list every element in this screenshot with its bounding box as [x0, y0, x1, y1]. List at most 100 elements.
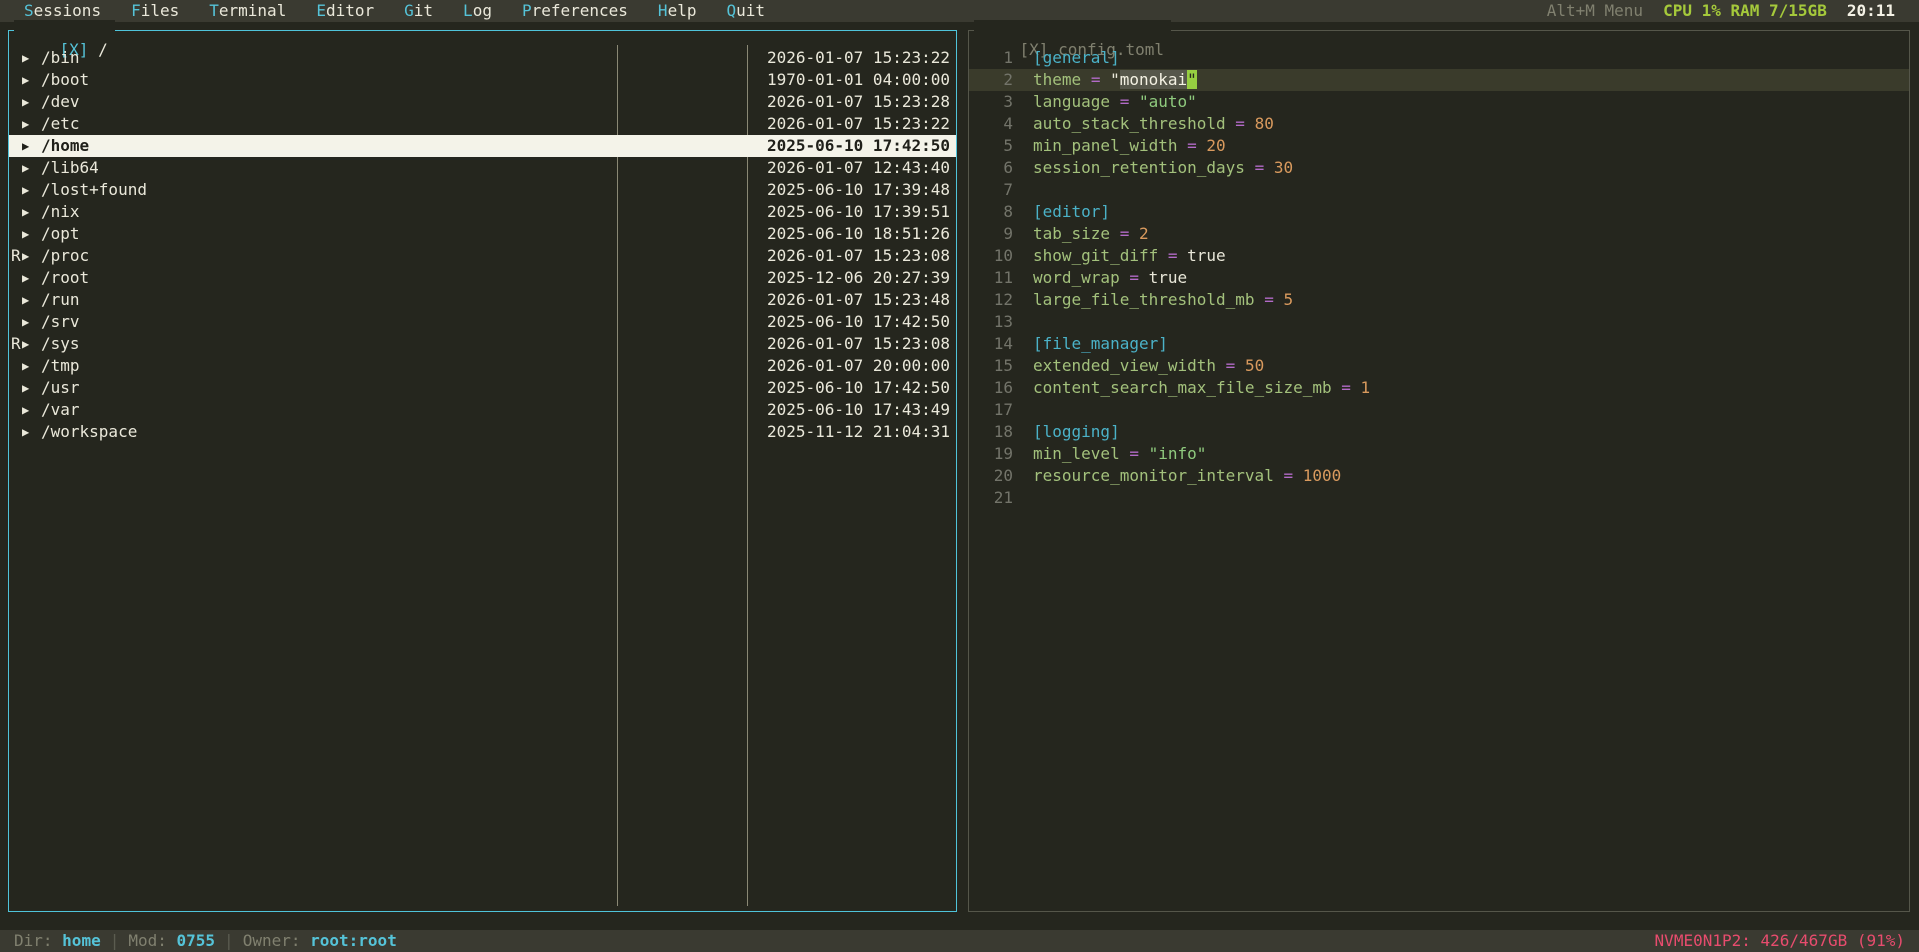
token-key: session_retention_days [1033, 158, 1245, 177]
file-name-cell: ▶/opt [9, 223, 616, 245]
expand-arrow-icon[interactable]: ▶ [22, 355, 41, 377]
readonly-marker [11, 267, 22, 289]
menu-shortcut-hint: Alt+M Menu [1546, 1, 1644, 20]
line-number: 15 [993, 356, 1013, 375]
editor-line-15[interactable]: 15 extended_view_width = 50 [969, 355, 1909, 377]
expand-arrow-icon[interactable]: ▶ [22, 113, 41, 135]
expand-arrow-icon[interactable]: ▶ [22, 135, 41, 157]
file-date-cell: 2026-01-07 15:23:28 [766, 92, 950, 111]
editor-line-14[interactable]: 14 [file_manager] [969, 333, 1909, 355]
file-row-boot[interactable]: ▶/boot 1970-01-01 04:00:00 [9, 69, 956, 91]
token-key: word_wrap [1033, 268, 1120, 287]
editor-line-18[interactable]: 18 [logging] [969, 421, 1909, 443]
file-row-bin[interactable]: ▶/bin 2026-01-07 15:23:22 [9, 47, 956, 69]
file-row-dev[interactable]: ▶/dev 2026-01-07 15:23:28 [9, 91, 956, 113]
token-str: "info" [1148, 444, 1207, 463]
token-num: 2 [1138, 224, 1149, 243]
file-row-lost+found[interactable]: ▶/lost+found 2025-06-10 17:39:48 [9, 179, 956, 201]
editor-line-13[interactable]: 13 [969, 311, 1909, 333]
status-label: Mod: [128, 931, 177, 950]
code-text: extended_view_width = 50 [1033, 355, 1264, 377]
token-num: 20 [1206, 136, 1226, 155]
file-row-usr[interactable]: ▶/usr 2025-06-10 17:42:50 [9, 377, 956, 399]
menu-item-preferences[interactable]: Preferences [522, 0, 628, 22]
file-row-tmp[interactable]: ▶/tmp 2026-01-07 20:00:00 [9, 355, 956, 377]
menu-item-log[interactable]: Log [463, 0, 492, 22]
line-number: 19 [993, 444, 1013, 463]
editor-line-8[interactable]: 8 [editor] [969, 201, 1909, 223]
editor-line-16[interactable]: 16 content_search_max_file_size_mb = 1 [969, 377, 1909, 399]
expand-arrow-icon[interactable]: ▶ [22, 421, 41, 443]
code-text: session_retention_days = 30 [1033, 157, 1293, 179]
editor-content[interactable]: 1 [general] 2 theme = "monokai" 3 language = … [969, 31, 1909, 911]
token-key: large_file_threshold_mb [1033, 290, 1255, 309]
menu-item-help[interactable]: Help [658, 0, 697, 22]
file-size-cell [616, 289, 746, 311]
editor-line-6[interactable]: 6 session_retention_days = 30 [969, 157, 1909, 179]
file-date-cell: 2025-06-10 17:42:50 [766, 136, 950, 155]
expand-arrow-icon[interactable]: ▶ [22, 377, 41, 399]
file-row-opt[interactable]: ▶/opt 2025-06-10 18:51:26 [9, 223, 956, 245]
editor-line-5[interactable]: 5 min_panel_width = 20 [969, 135, 1909, 157]
editor-line-3[interactable]: 3 language = "auto" [969, 91, 1909, 113]
file-row-home[interactable]: ▶/home 2025-06-10 17:42:50 [9, 135, 956, 157]
file-date-cell: 2025-11-12 21:04:31 [766, 422, 950, 441]
status-value: root:root [310, 931, 397, 950]
menu-hotkey-letter: H [657, 1, 668, 20]
directory-name: /root [41, 268, 90, 287]
menu-hotkey-letter: L [463, 1, 473, 20]
expand-arrow-icon[interactable]: ▶ [22, 399, 41, 421]
expand-arrow-icon[interactable]: ▶ [22, 311, 41, 333]
file-row-sys[interactable]: R ▶/sys 2026-01-07 15:23:08 [9, 333, 956, 355]
editor-line-7[interactable]: 7 [969, 179, 1909, 201]
expand-arrow-icon[interactable]: ▶ [22, 267, 41, 289]
file-row-root[interactable]: ▶/root 2025-12-06 20:27:39 [9, 267, 956, 289]
editor-line-20[interactable]: 20 resource_monitor_interval = 1000 [969, 465, 1909, 487]
file-row-etc[interactable]: ▶/etc 2026-01-07 15:23:22 [9, 113, 956, 135]
editor-line-11[interactable]: 11 word_wrap = true [969, 267, 1909, 289]
file-row-lib64[interactable]: ▶/lib64 2026-01-07 12:43:40 [9, 157, 956, 179]
expand-arrow-icon[interactable]: ▶ [22, 69, 41, 91]
editor-line-1[interactable]: 1 [general] [969, 47, 1909, 69]
menu-item-editor[interactable]: Editor [316, 0, 374, 22]
readonly-marker [11, 113, 22, 135]
expand-arrow-icon[interactable]: ▶ [22, 157, 41, 179]
readonly-marker [11, 223, 22, 245]
file-name-cell: R ▶/sys [9, 333, 616, 355]
editor-line-21[interactable]: 21 [969, 487, 1909, 509]
file-name-cell: ▶/srv [9, 311, 616, 333]
readonly-marker [11, 179, 22, 201]
file-row-nix[interactable]: ▶/nix 2025-06-10 17:39:51 [9, 201, 956, 223]
editor-line-17[interactable]: 17 [969, 399, 1909, 421]
editor-line-10[interactable]: 10 show_git_diff = true [969, 245, 1909, 267]
editor-line-19[interactable]: 19 min_level = "info" [969, 443, 1909, 465]
file-row-proc[interactable]: R ▶/proc 2026-01-07 15:23:08 [9, 245, 956, 267]
expand-arrow-icon[interactable]: ▶ [22, 47, 41, 69]
menu-item-sessions[interactable]: Sessions [24, 0, 101, 22]
token-key: auto_stack_threshold [1033, 114, 1226, 133]
file-date-cell: 2025-06-10 18:51:26 [766, 224, 950, 243]
menu-item-quit[interactable]: Quit [726, 0, 765, 22]
menu-item-git[interactable]: Git [404, 0, 433, 22]
expand-arrow-icon[interactable]: ▶ [22, 179, 41, 201]
editor-line-9[interactable]: 9 tab_size = 2 [969, 223, 1909, 245]
file-row-workspace[interactable]: ▶/workspace 2025-11-12 21:04:31 [9, 421, 956, 443]
expand-arrow-icon[interactable]: ▶ [22, 245, 41, 267]
file-row-srv[interactable]: ▶/srv 2025-06-10 17:42:50 [9, 311, 956, 333]
menu-item-terminal[interactable]: Terminal [209, 0, 286, 22]
menu-item-files[interactable]: Files [131, 0, 179, 22]
editor-line-12[interactable]: 12 large_file_threshold_mb = 5 [969, 289, 1909, 311]
file-info-segments: Dir: home | Mod: 0755 | Owner: root:root [14, 930, 397, 952]
expand-arrow-icon[interactable]: ▶ [22, 223, 41, 245]
token-sel: monokai [1119, 70, 1188, 89]
expand-arrow-icon[interactable]: ▶ [22, 201, 41, 223]
file-row-run[interactable]: ▶/run 2026-01-07 15:23:48 [9, 289, 956, 311]
file-row-var[interactable]: ▶/var 2025-06-10 17:43:49 [9, 399, 956, 421]
directory-name: /dev [41, 92, 80, 111]
token-key: extended_view_width [1033, 356, 1217, 375]
editor-line-4[interactable]: 4 auto_stack_threshold = 80 [969, 113, 1909, 135]
expand-arrow-icon[interactable]: ▶ [22, 333, 41, 355]
expand-arrow-icon[interactable]: ▶ [22, 289, 41, 311]
expand-arrow-icon[interactable]: ▶ [22, 91, 41, 113]
editor-line-2[interactable]: 2 theme = "monokai" [969, 69, 1909, 91]
